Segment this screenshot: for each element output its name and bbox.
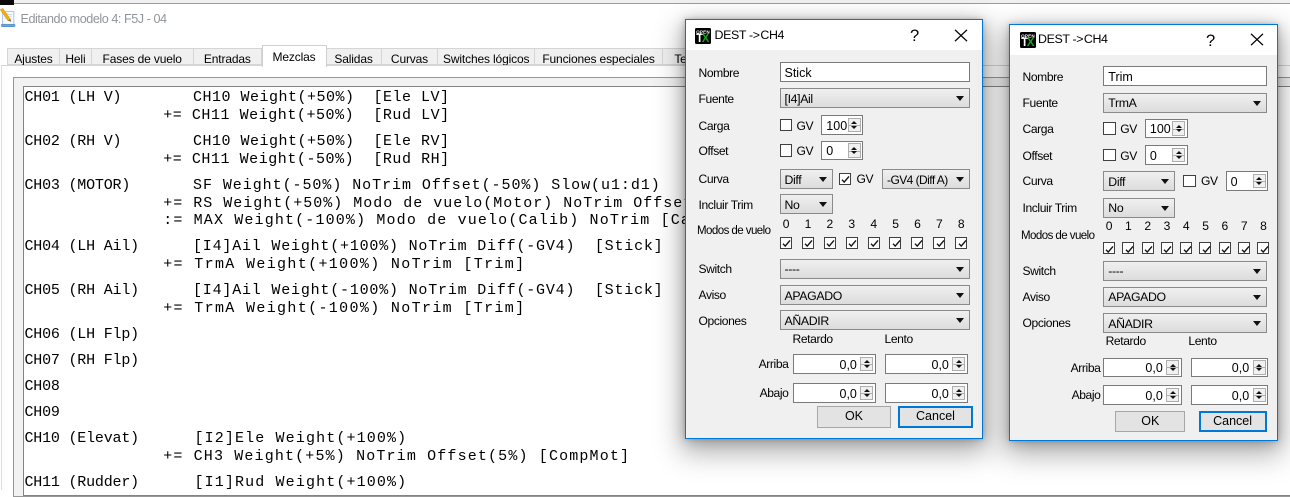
- svg-text:X: X: [702, 33, 710, 44]
- svg-text:X: X: [1026, 37, 1034, 48]
